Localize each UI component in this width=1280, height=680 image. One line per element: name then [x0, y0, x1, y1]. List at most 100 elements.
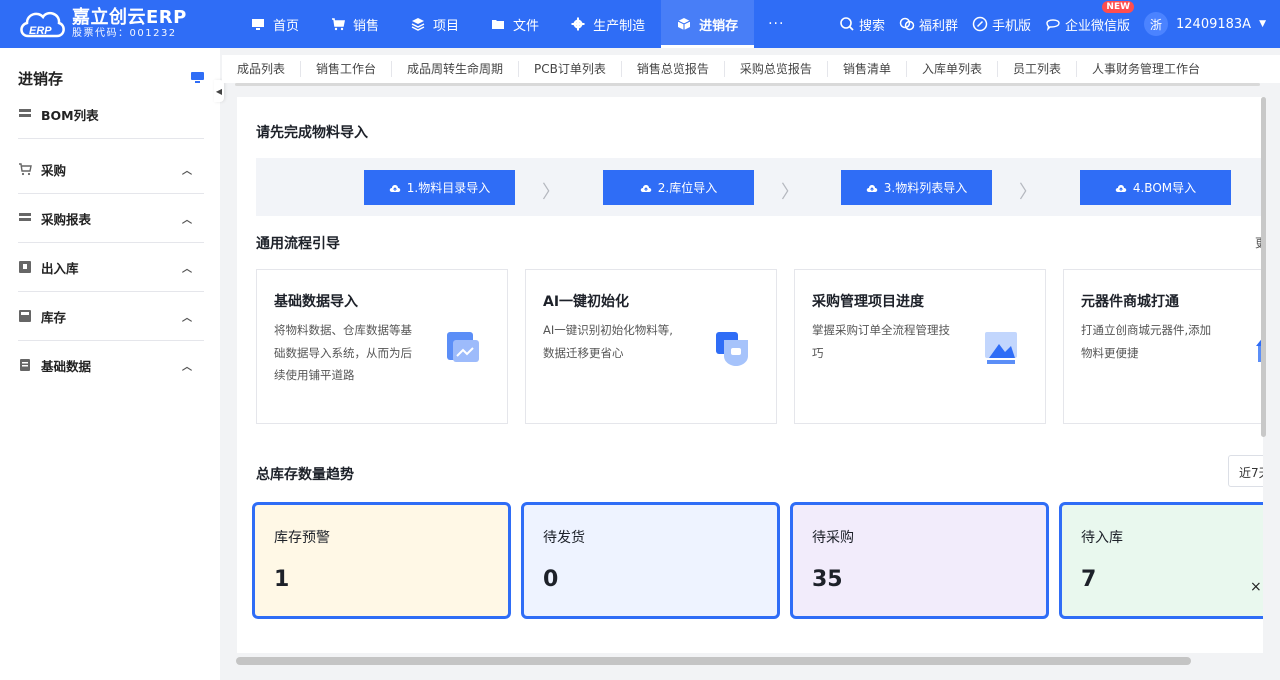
tab-sales-list[interactable]: 销售清单 [828, 61, 907, 77]
guide-card-basic-import[interactable]: 基础数据导入 将物料数据、仓库数据等基础数据导入系统，从而为后续使用铺平道路 [256, 269, 508, 424]
welfare-group-button[interactable]: 福利群 [899, 15, 958, 34]
mobile-version-button[interactable]: 手机版 [972, 15, 1031, 34]
guide-card-purchase-progress[interactable]: 采购管理项目进度 掌握采购订单全流程管理技巧 [794, 269, 1046, 424]
tab-employee-list[interactable]: 员工列表 [998, 61, 1077, 77]
card-title: 元器件商城打通 [1081, 294, 1179, 310]
guide-card-ai-init[interactable]: AI一键初始化 AI一键识别初始化物料等,数据迁移更省心 [525, 269, 777, 424]
stat-card-pending-shipment[interactable]: 待发货 0 [521, 502, 780, 619]
nav-manufacturing[interactable]: 生产制造 [555, 0, 661, 48]
wecom-version-button[interactable]: 企业微信版 NEW [1045, 0, 1135, 34]
tab-product-list[interactable]: 成品列表 [222, 61, 302, 77]
stock-icon [19, 310, 31, 322]
sidebar-item-label: 库存 [41, 309, 67, 325]
sidebar-collapse-button[interactable]: ◀ [214, 80, 224, 102]
nav-inventory-label: 进销存 [699, 18, 739, 34]
nav-more-button[interactable]: ··· [754, 0, 798, 48]
cloud-upload-icon [866, 184, 878, 192]
nav-files-label: 文件 [513, 18, 540, 34]
cart-icon [19, 163, 32, 176]
horizontal-scrollbar[interactable] [236, 657, 1191, 665]
stat-value: 7 [1081, 567, 1097, 592]
data-icon [20, 359, 30, 371]
step-label: 1.物料目录导入 [406, 181, 491, 195]
mobile-label: 手机版 [991, 18, 1031, 34]
report-icon [19, 213, 31, 221]
cart-icon [332, 18, 345, 31]
material-list-import-button[interactable]: 3.物料列表导入 [841, 170, 992, 205]
tab-inbound-list[interactable]: 入库单列表 [907, 61, 998, 77]
sidebar-item-bom-list[interactable]: BOM列表 [18, 90, 204, 138]
tab-purchase-overview[interactable]: 采购总览报告 [725, 61, 828, 77]
caret-down-icon: ▼ [1259, 19, 1266, 29]
card-title: 基础数据导入 [274, 294, 358, 310]
sidebar-item-label: 采购 [41, 162, 67, 178]
data-import-illustration-icon [447, 332, 479, 362]
chevron-up-icon: ︿ [182, 214, 192, 226]
material-catalog-import-button[interactable]: 1.物料目录导入 [364, 170, 515, 205]
list-icon [19, 109, 31, 117]
brand[interactable]: ERP 嘉立创云ERP 股票代码：001232 [0, 4, 235, 44]
cloud-upload-icon [389, 184, 401, 192]
chat-group-icon [899, 17, 915, 31]
card-desc: 将物料数据、仓库数据等基础数据导入系统，从而为后续使用铺平道路 [274, 323, 412, 382]
card-desc: 打通立创商城元器件,添加物料更便捷 [1081, 323, 1212, 360]
card-title: AI一键初始化 [543, 294, 630, 310]
user-menu[interactable]: 浙 12409183A ▼ [1144, 12, 1266, 36]
bom-import-button[interactable]: 4.BOM导入 [1080, 170, 1231, 205]
stat-card-stock-warning[interactable]: 库存预警 1 [252, 502, 511, 619]
step-label: 2.库位导入 [657, 181, 718, 195]
svg-text:ERP: ERP [29, 25, 52, 37]
nav-sales[interactable]: 销售 [315, 0, 395, 48]
card-desc: AI一键识别初始化物料等,数据迁移更省心 [543, 323, 673, 360]
nav-files[interactable]: 文件 [475, 0, 555, 48]
page-tabs: 成品列表 销售工作台 成品周转生命周期 PCB订单列表 销售总览报告 采购总览报… [222, 55, 1280, 83]
gear-icon [571, 17, 585, 31]
top-navbar: ERP 嘉立创云ERP 股票代码：001232 首页 销售 项目 文件 生产制造 [0, 0, 1280, 48]
step-label: 3.物料列表导入 [883, 181, 968, 195]
stat-label: 库存预警 [274, 530, 330, 546]
card-title: 采购管理项目进度 [812, 294, 924, 310]
brand-name: 嘉立创云ERP [72, 7, 187, 28]
nav-home[interactable]: 首页 [235, 0, 315, 48]
chevron-up-icon: ︿ [182, 263, 192, 275]
tab-sales-workbench[interactable]: 销售工作台 [301, 61, 393, 77]
tab-pcb-orders[interactable]: PCB订单列表 [519, 61, 622, 77]
sidebar-item-basic-data[interactable]: 基础数据 ︿ [18, 341, 204, 389]
sidebar-item-label: 出入库 [41, 260, 79, 276]
tab-sales-overview[interactable]: 销售总览报告 [622, 61, 725, 77]
wecom-label: 企业微信版 [1065, 18, 1131, 34]
sidebar-item-purchase[interactable]: 采购 ︿ [18, 145, 204, 193]
guide-card-component-mall[interactable]: 元器件商城打通 打通立创商城元器件,添加物料更便捷 [1063, 269, 1263, 424]
close-icon[interactable]: × [1250, 579, 1262, 595]
stat-card-pending-inbound[interactable]: 待入库 7 [1059, 502, 1263, 619]
monitor-icon [252, 19, 264, 30]
new-badge: NEW [1102, 0, 1135, 13]
sidebar-title: 进销存 [18, 70, 64, 88]
date-range-select[interactable]: 近7天 [1228, 455, 1263, 487]
vertical-scrollbar[interactable] [1261, 97, 1266, 437]
nav-project[interactable]: 项目 [395, 0, 475, 48]
tab-hr-finance[interactable]: 人事财务管理工作台 [1077, 61, 1215, 77]
screen-pin-icon[interactable] [191, 72, 204, 83]
chevron-up-icon: ︿ [182, 165, 192, 177]
stat-value: 1 [274, 567, 290, 592]
welfare-label: 福利群 [918, 18, 958, 34]
sidebar-item-purchase-report[interactable]: 采购报表 ︿ [18, 194, 204, 242]
stat-label: 待发货 [543, 530, 585, 546]
user-id: 12409183A [1176, 16, 1252, 32]
tabs-scrollbar[interactable] [235, 83, 1260, 86]
chevron-right-icon: 〉 [1019, 182, 1037, 203]
stat-card-pending-purchase[interactable]: 待采购 35 [790, 502, 1049, 619]
sidebar-item-inout[interactable]: 出入库 ︿ [18, 243, 204, 291]
search-button[interactable]: 搜索 [839, 15, 885, 34]
sidebar-item-label: 基础数据 [41, 358, 92, 374]
sidebar-item-label: BOM列表 [41, 107, 99, 123]
nav-inventory[interactable]: 进销存 [661, 0, 755, 48]
sidebar-item-label: 采购报表 [41, 211, 92, 227]
layers-icon [411, 18, 425, 31]
tab-product-lifecycle[interactable]: 成品周转生命周期 [392, 61, 520, 77]
cloud-upload-icon [640, 184, 652, 192]
import-section-title: 请先完成物料导入 [256, 125, 368, 141]
sidebar-item-stock[interactable]: 库存 ︿ [18, 292, 204, 340]
location-import-button[interactable]: 2.库位导入 [603, 170, 754, 205]
